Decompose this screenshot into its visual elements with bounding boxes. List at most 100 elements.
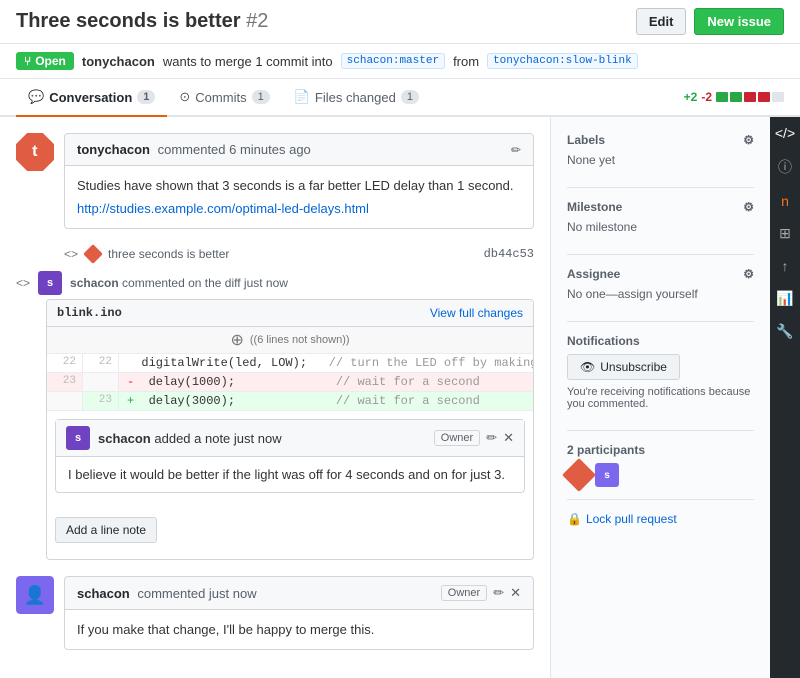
sidebar-divider-2: [567, 254, 754, 255]
diff-code-removed: - delay(1000); // wait for a second: [119, 373, 533, 391]
comment-box-schacon: schacon commented just now Owner ✏ ✕ If …: [64, 576, 534, 650]
last-comment-edit-icon[interactable]: ✏: [493, 585, 504, 601]
milestone-gear-icon[interactable]: ⚙: [743, 200, 754, 214]
diff-line-new-2: [83, 373, 119, 391]
pr-status-bar: ⑂ Open tonychacon wants to merge 1 commi…: [0, 44, 800, 79]
unsubscribe-label: Unsubscribe: [600, 360, 667, 374]
diff-line-new-1: 22: [83, 354, 119, 372]
last-comment-text: If you make that change, I'll be happy t…: [77, 622, 521, 637]
diff-filename: blink.ino: [57, 306, 122, 320]
milestone-title-text: Milestone: [567, 200, 622, 214]
tab-conversation-count: 1: [137, 90, 155, 104]
sidebar-labels: Labels ⚙ None yet: [567, 133, 754, 167]
right-icon-info[interactable]: ⓘ: [778, 157, 792, 177]
files-icon: 📄: [294, 89, 310, 105]
comment-time: commented 6 minutes ago: [158, 142, 311, 157]
notifications-title-text: Notifications: [567, 334, 640, 348]
diff-line-old-2: 23: [47, 373, 83, 391]
last-comment-owner-badge: Owner: [441, 585, 487, 601]
schacon-diff-avatar: s: [38, 271, 62, 295]
diff-row-context: 22 22 digitalWrite(led, LOW); // turn th…: [47, 354, 533, 373]
tab-conversation[interactable]: 💬 Conversation 1: [16, 79, 167, 117]
expand-icon: ⊕: [230, 330, 243, 350]
right-icon-code[interactable]: </>: [775, 125, 795, 141]
sidebar-notifications-title: Notifications: [567, 334, 754, 348]
tonychacon-avatar-letter: t: [32, 143, 37, 161]
comment-link[interactable]: http://studies.example.com/optimal-led-d…: [77, 201, 369, 216]
add-line-note-button[interactable]: Add a line note: [55, 517, 157, 543]
right-icon-chart[interactable]: 📊: [776, 290, 793, 307]
sidebar-divider-4: [567, 430, 754, 431]
base-branch[interactable]: schacon:master: [341, 53, 445, 69]
diff-block-2: [730, 92, 742, 102]
last-comment-body: If you make that change, I'll be happy t…: [65, 610, 533, 649]
last-comment-author: schacon: [77, 586, 130, 601]
comment-author-name: tonychacon: [77, 142, 150, 157]
pr-title-text: Three seconds is better: [16, 10, 241, 32]
tab-commits-count: 1: [252, 90, 270, 104]
right-icon-grid[interactable]: ⊞: [779, 225, 791, 242]
schacon-avatar-fallback: 👤: [24, 585, 46, 606]
diff-sha: db44c53: [484, 247, 534, 261]
assignee-gear-icon[interactable]: ⚙: [743, 267, 754, 281]
diff-comment-author: schacon commented on the diff just now: [70, 276, 288, 290]
edit-button[interactable]: Edit: [636, 8, 687, 35]
view-full-changes-link[interactable]: View full changes: [430, 306, 523, 320]
sidebar-lock: 🔒 Lock pull request: [567, 512, 754, 526]
comment-tonychacon: t tonychacon commented 6 minutes ago ✏ S…: [16, 133, 534, 229]
diff-block-1: [716, 92, 728, 102]
right-icon-tool[interactable]: 🔧: [776, 323, 793, 340]
add-line-note-area: Add a line note: [47, 501, 533, 559]
right-icon-user-active[interactable]: n: [781, 193, 789, 209]
note-edit-icon[interactable]: ✏: [486, 430, 497, 446]
diff-blocks: [716, 92, 784, 102]
schacon-note-avatar: s: [66, 426, 90, 450]
participants-count-text: 2 participants: [567, 443, 645, 457]
unsubscribe-button[interactable]: 👁 Unsubscribe: [567, 354, 680, 380]
code-diff-icon: <>: [16, 276, 30, 290]
diff-line-old-3: [47, 392, 83, 410]
tab-commits[interactable]: ⊙ Commits 1: [167, 79, 281, 117]
diff-deletions: -2: [701, 90, 712, 104]
sidebar: Labels ⚙ None yet Milestone ⚙ No milesto…: [550, 117, 770, 678]
lock-pull-request-link[interactable]: 🔒 Lock pull request: [567, 512, 754, 526]
inline-note-author: schacon added a note just now: [98, 431, 282, 446]
pr-badge-text: Open: [35, 54, 66, 68]
participant-avatar-tonychacon: [562, 458, 596, 492]
head-branch[interactable]: tonychacon:slow-blink: [487, 53, 638, 69]
tab-files-changed[interactable]: 📄 Files changed 1: [282, 79, 431, 117]
diff-reference-line: <> three seconds is better db44c53: [64, 241, 534, 267]
assignee-title-text: Assignee: [567, 267, 620, 281]
sidebar-divider-5: [567, 499, 754, 500]
last-comment-close-icon[interactable]: ✕: [510, 585, 521, 601]
sidebar-milestone: Milestone ⚙ No milestone: [567, 200, 754, 234]
diff-block-5: [772, 92, 784, 102]
diff-hunk-text: ((6 lines not shown)): [250, 334, 350, 346]
assignee-value: No one—assign yourself: [567, 287, 754, 301]
milestone-value: No milestone: [567, 220, 754, 234]
note-action: added a note just now: [154, 431, 281, 446]
labels-value: None yet: [567, 153, 754, 167]
inline-note-body: I believe it would be better if the ligh…: [56, 457, 524, 492]
new-issue-button[interactable]: New issue: [694, 8, 784, 35]
notification-text: You're receiving notifications because y…: [567, 386, 754, 410]
inline-note-text: I believe it would be better if the ligh…: [68, 467, 512, 482]
code-icon: <>: [64, 247, 78, 261]
note-close-icon[interactable]: ✕: [503, 430, 514, 446]
right-icons-bar: </> ⓘ n ⊞ ↑ 📊 🔧: [770, 117, 800, 678]
labels-gear-icon[interactable]: ⚙: [743, 133, 754, 147]
pr-author: tonychacon: [82, 54, 155, 69]
comment-edit-icon[interactable]: ✏: [511, 143, 521, 157]
diff-block-4: [758, 92, 770, 102]
sidebar-participants: 2 participants s: [567, 443, 754, 487]
labels-title-text: Labels: [567, 133, 605, 147]
comment-text: Studies have shown that 3 seconds is a f…: [77, 178, 521, 193]
comment-header-tonychacon: tonychacon commented 6 minutes ago ✏: [65, 134, 533, 166]
commits-icon: ⊙: [179, 89, 190, 105]
right-icon-up[interactable]: ↑: [782, 258, 789, 274]
page-title: Three seconds is better #2: [16, 10, 268, 33]
content-area: t tonychacon commented 6 minutes ago ✏ S…: [0, 117, 550, 678]
tabs-bar: 💬 Conversation 1 ⊙ Commits 1 📄 Files cha…: [0, 79, 800, 117]
diff-file-header: blink.ino View full changes: [47, 300, 533, 327]
sidebar-milestone-title: Milestone ⚙: [567, 200, 754, 214]
